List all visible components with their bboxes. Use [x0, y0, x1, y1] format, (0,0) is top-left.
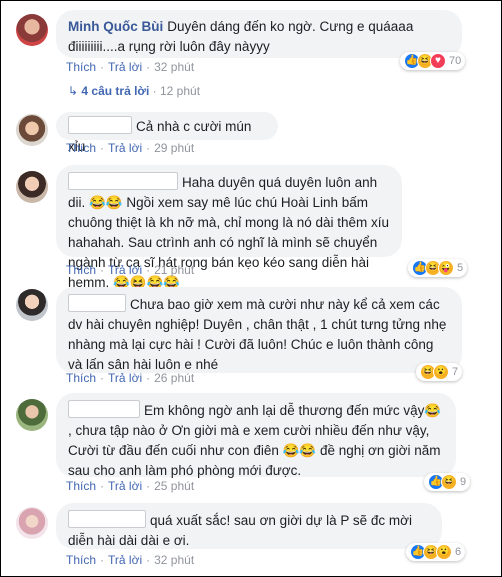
- reaction-summary[interactable]: 👍 😆 😮 6: [406, 543, 466, 561]
- like-link[interactable]: Thích: [66, 553, 96, 567]
- reply-link[interactable]: Trả lời: [108, 263, 142, 277]
- reaction-summary[interactable]: 😆 😮 7: [416, 363, 463, 381]
- comment-time[interactable]: 32 phút: [154, 553, 194, 567]
- comment-actions: Thích · Trả lời · 21 phút: [66, 263, 195, 277]
- reaction-summary[interactable]: 👍 😆 9: [424, 473, 471, 491]
- comment-bubble: Chưa bao giờ xem mà cười như này kể cả x…: [56, 287, 462, 373]
- like-link[interactable]: Thích: [66, 141, 96, 155]
- comment-time[interactable]: 26 phút: [154, 371, 194, 385]
- comment-bubble: Minh Quốc Bùi Duyên dáng đến ko ngờ. Cưng…: [56, 10, 462, 58]
- redacted-author: [68, 172, 178, 190]
- comment-time[interactable]: 25 phút: [154, 479, 194, 493]
- avatar[interactable]: [16, 14, 48, 46]
- replies-count-link[interactable]: 4 câu trả lời: [81, 84, 149, 98]
- comment-time[interactable]: 32 phút: [154, 60, 194, 74]
- like-link[interactable]: Thích: [66, 479, 96, 493]
- reply-link[interactable]: Trả lời: [108, 479, 142, 493]
- wow-icon: 😮: [436, 544, 452, 560]
- wink-icon: 😜: [438, 260, 454, 276]
- redacted-author: [68, 400, 140, 418]
- redacted-author: [68, 510, 146, 528]
- comment-bubble: Em không ngờ anh lại dễ thương đến mức v…: [56, 393, 456, 478]
- view-replies[interactable]: ↳ 4 câu trả lời · 12 phút: [68, 84, 200, 98]
- comment-author[interactable]: Minh Quốc Bùi: [68, 19, 163, 34]
- avatar[interactable]: [16, 507, 48, 539]
- reaction-count: 5: [457, 262, 464, 274]
- reaction-count: 7: [452, 366, 459, 378]
- reaction-count: 6: [455, 546, 462, 558]
- avatar[interactable]: [16, 289, 48, 321]
- reply-link[interactable]: Trả lời: [108, 60, 142, 74]
- haha-icon: 😆: [441, 474, 457, 490]
- comment-actions: Thích · Trả lời · 26 phút: [66, 371, 195, 385]
- comment-time[interactable]: 29 phút: [154, 141, 194, 155]
- reply-link[interactable]: Trả lời: [108, 553, 142, 567]
- replies-time: 12 phút: [160, 84, 201, 98]
- avatar[interactable]: [16, 171, 48, 203]
- comment-actions: Thích · Trả lời · 32 phút: [66, 553, 195, 567]
- comment-bubble: Cả nhà c cười mún xỉu: [56, 112, 278, 154]
- redacted-author: [68, 294, 126, 312]
- like-link[interactable]: Thích: [66, 371, 96, 385]
- reply-link[interactable]: Trả lời: [108, 141, 142, 155]
- avatar[interactable]: [16, 114, 48, 146]
- reply-link[interactable]: Trả lời: [108, 371, 142, 385]
- comment-bubble: Haha duyên quá duyên luôn anh dii. 😂😂 Ng…: [56, 165, 402, 290]
- love-icon: ♥: [430, 53, 446, 69]
- comment-actions: Thích · Trả lời · 32 phút: [66, 60, 195, 74]
- reaction-count: 70: [449, 55, 462, 67]
- avatar[interactable]: [16, 399, 48, 431]
- comment-bubble: quá xuất sắc! sau ơn giời dự là P sẽ đc …: [56, 503, 442, 549]
- reaction-summary[interactable]: 👍 😆 😜 5: [408, 259, 468, 277]
- wow-icon: 😮: [433, 364, 449, 380]
- comment-actions: Thích · Trả lời · 29 phút: [66, 141, 195, 155]
- redacted-author: [68, 116, 132, 134]
- like-link[interactable]: Thích: [66, 60, 96, 74]
- reply-arrow-icon: ↳: [68, 84, 79, 98]
- comment-actions: Thích · Trả lời · 25 phút: [66, 479, 195, 493]
- like-link[interactable]: Thích: [66, 263, 96, 277]
- comment-time[interactable]: 21 phút: [154, 263, 194, 277]
- reaction-count: 9: [460, 476, 467, 488]
- reaction-summary[interactable]: 👍 😆 ♥ 70: [400, 52, 466, 70]
